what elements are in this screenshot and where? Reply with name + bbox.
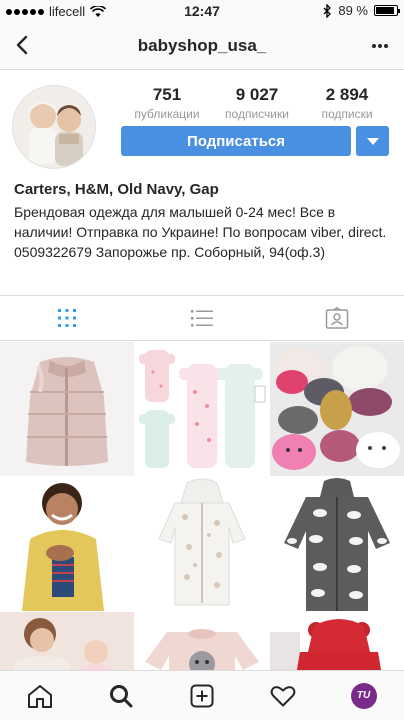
stat-posts-number: 751 [152,85,182,104]
stat-posts-label: публикации [134,107,200,121]
post-thumbnail-pink-sweatshirt[interactable] [135,612,269,670]
stat-following[interactable]: 2 894 подписки [302,85,392,121]
grid-icon [58,309,77,327]
bio-text: Брендовая одежда для малышей 0-24 мес! В… [14,204,387,260]
nav-home[interactable] [0,671,81,720]
pink-vest-image [0,342,134,476]
avatar-image [13,86,95,168]
bottom-navigation: TU [0,670,404,720]
suggestions-dropdown-button[interactable] [356,126,389,156]
username-title: babyshop_usa_ [137,36,267,55]
profile-view-tabs [0,295,404,341]
battery-icon [374,5,400,16]
profile-avatar[interactable] [12,85,96,169]
profile-avatar-icon: TU [350,682,377,709]
mom-baby-image [0,612,134,670]
posts-grid [0,342,404,670]
post-thumbnail-white-onesie[interactable] [135,477,269,611]
tab-tagged[interactable] [269,296,404,340]
bluetooth-icon [323,3,332,18]
profile-header: babyshop_usa_ [0,22,404,70]
post-thumbnail-pink-vest[interactable] [0,342,134,476]
tagged-icon [325,307,348,329]
post-thumbnail-red-jacket[interactable] [270,612,404,670]
home-icon [28,684,53,708]
grey-romper-image [270,477,404,611]
white-onesie-image [135,477,269,611]
post-thumbnail-grey-romper[interactable] [270,477,404,611]
boy-jacket-image [0,477,134,611]
profile-bio: Carters, H&M, Old Navy, Gap Брендовая од… [14,180,392,262]
stat-followers-label: подписчики [225,107,289,121]
post-thumbnail-mom-baby[interactable] [0,612,134,670]
profile-stats: 751 публикации 9 027 подписчики 2 894 по… [122,85,392,121]
stat-followers[interactable]: 9 027 подписчики [212,85,302,121]
tab-grid[interactable] [0,296,135,340]
post-thumbnail-sleepsuits[interactable] [135,342,269,476]
post-thumbnail-boy-jacket[interactable] [0,477,134,611]
add-post-icon [190,684,214,707]
battery-percent: 89 % [338,3,368,18]
search-icon [110,684,133,707]
stat-following-label: подписки [321,107,373,121]
sleepsuits-image [135,342,269,476]
stat-posts[interactable]: 751 публикации [122,85,212,121]
profile-name: Carters, H&M, Old Navy, Gap [14,181,219,198]
stat-following-number: 2 894 [325,85,369,104]
list-icon [191,310,213,327]
heart-icon [270,685,296,706]
red-jacket-image [270,612,404,670]
nav-profile[interactable]: TU [323,671,404,720]
nav-activity[interactable] [242,671,323,720]
more-options-icon[interactable] [370,36,390,56]
follow-button[interactable]: Подписаться [121,126,351,156]
nav-search[interactable] [81,671,162,720]
post-thumbnail-hats[interactable] [270,342,404,476]
status-bar: lifecell 12:47 89 % [0,0,404,22]
nav-add-post[interactable] [162,671,243,720]
status-right: 89 % [323,3,400,18]
hats-image [270,342,404,476]
pink-sweatshirt-image [135,612,269,670]
tab-list[interactable] [135,296,270,340]
stat-followers-number: 9 027 [235,85,279,104]
